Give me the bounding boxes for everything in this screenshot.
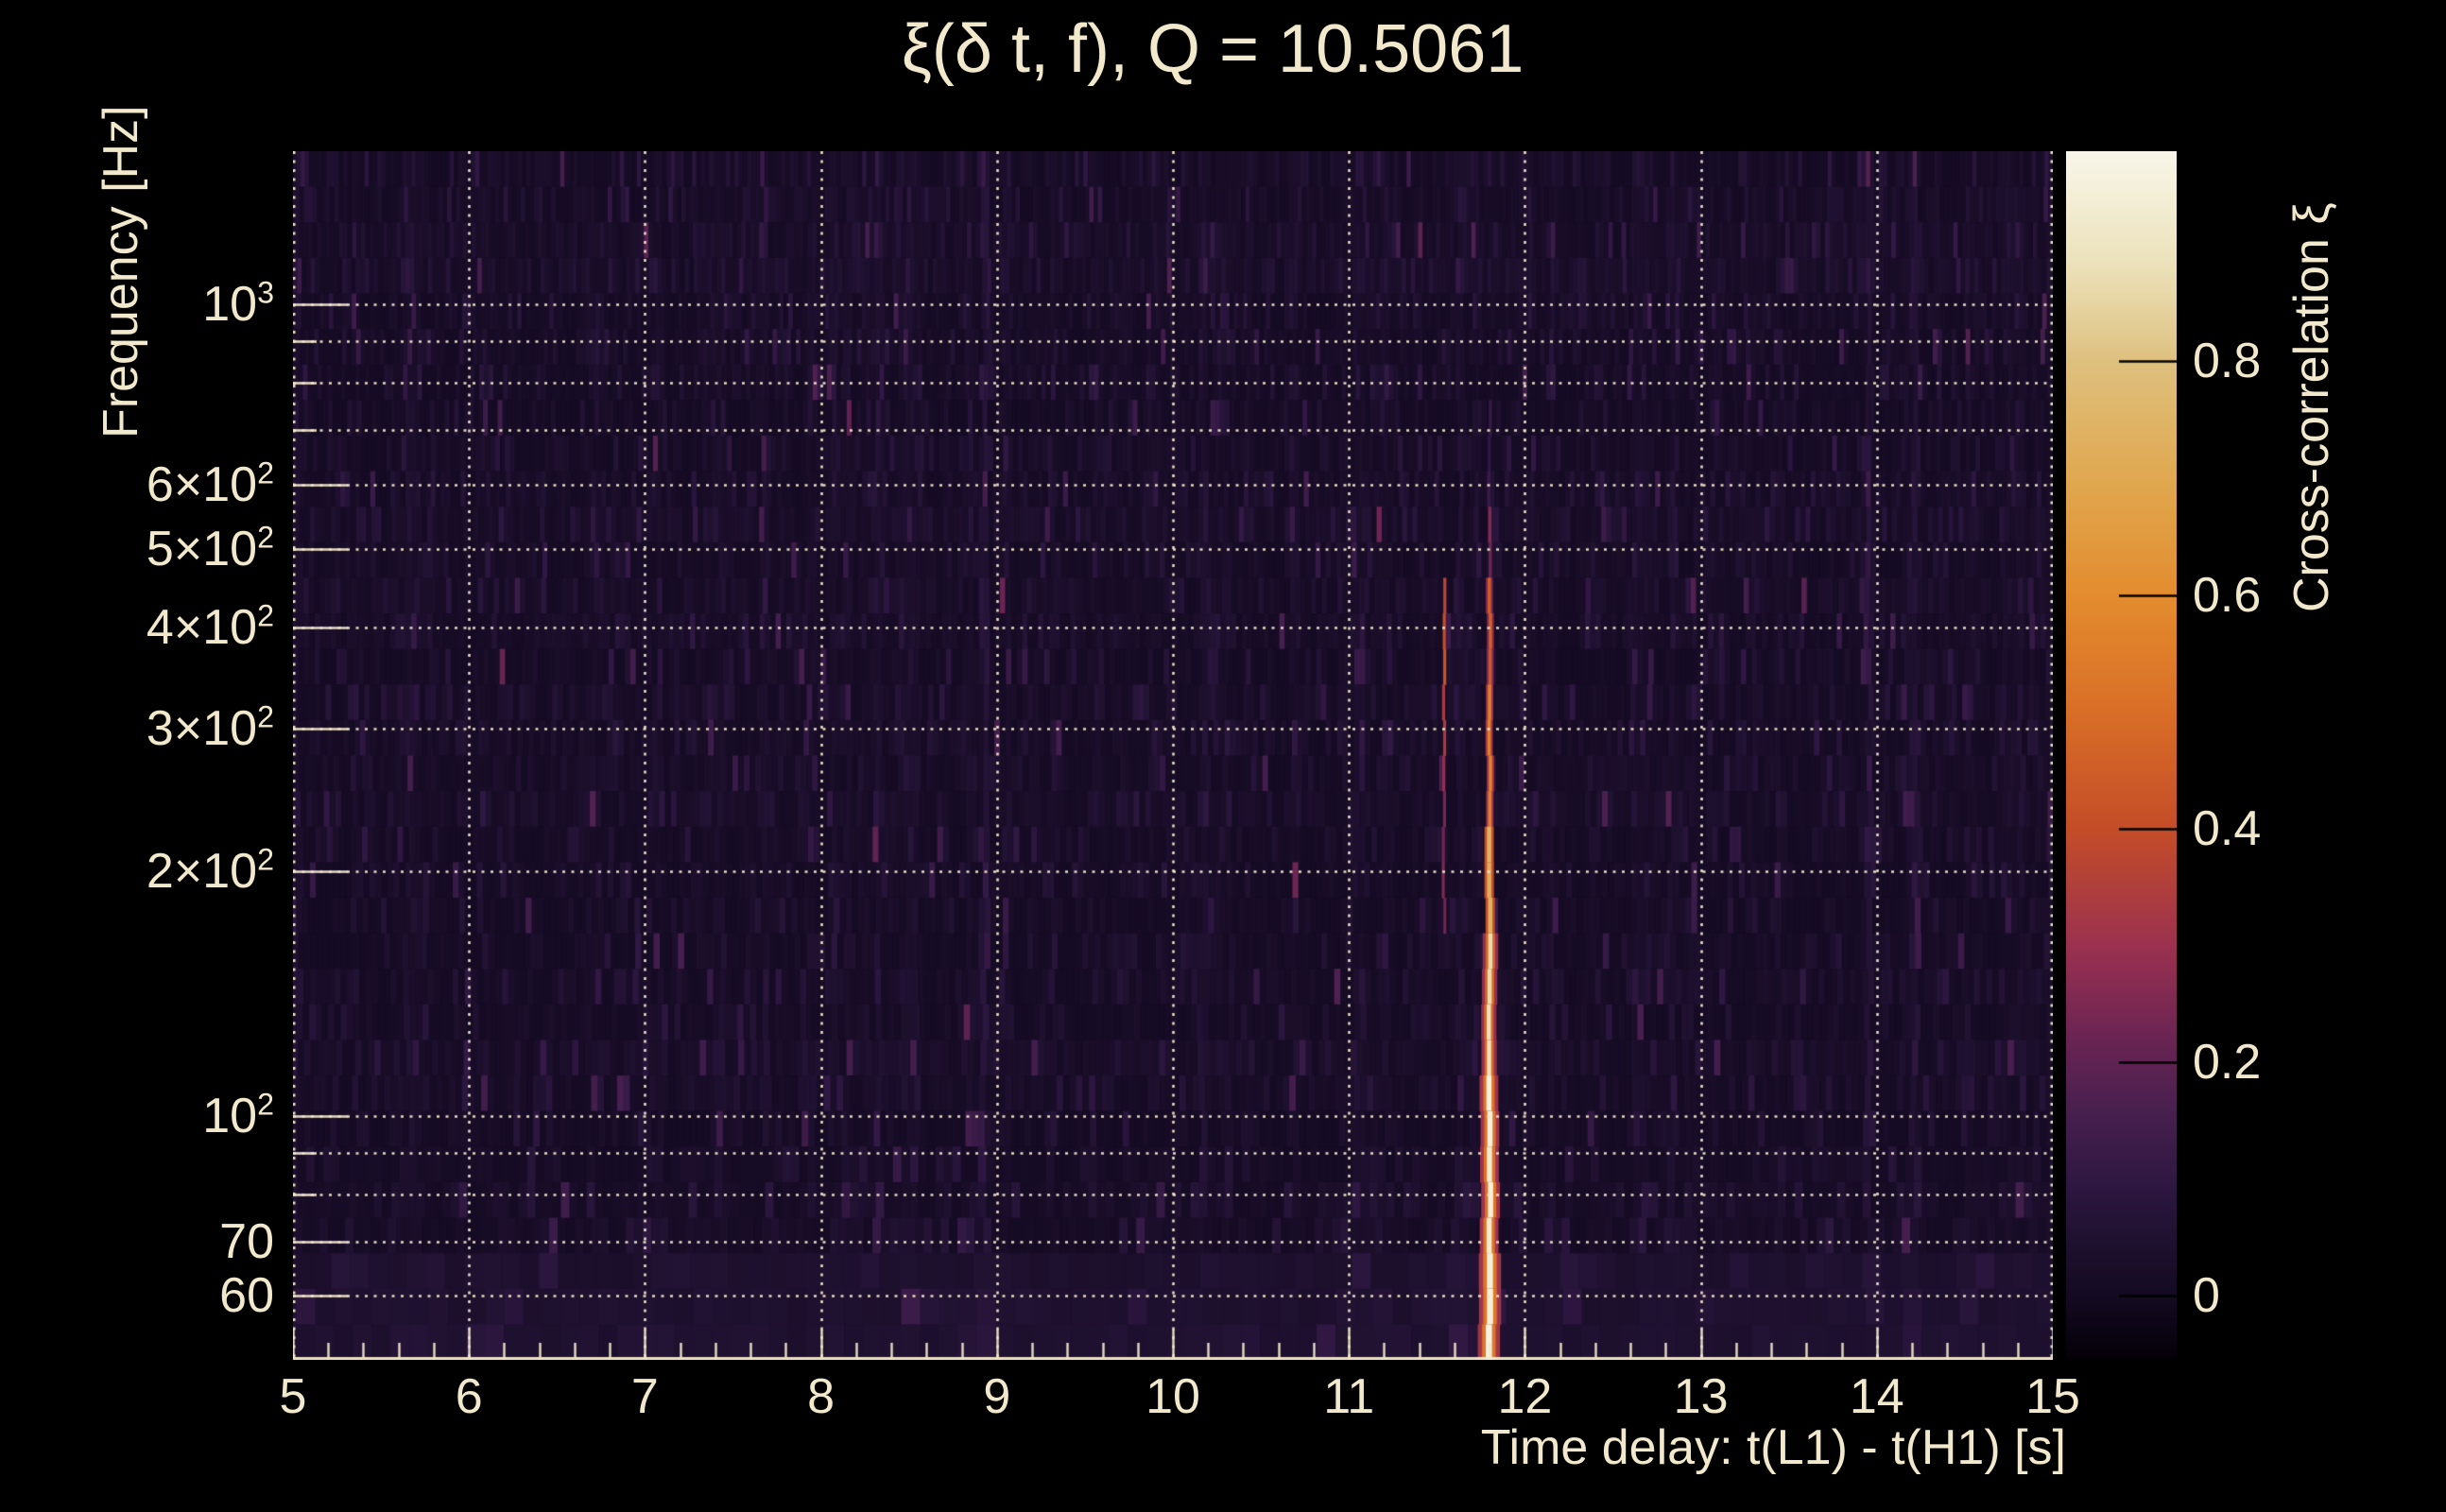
- y-axis-title: Frequency [Hz]: [94, 105, 148, 438]
- y-tick-label: 70: [219, 1213, 274, 1269]
- x-tick-label: 5: [279, 1369, 307, 1424]
- x-tick-label: 10: [1145, 1369, 1200, 1424]
- y-tick-label: 6×102: [146, 455, 274, 512]
- colorbar-title: Cross-correlation ξ: [2284, 202, 2339, 612]
- x-tick-label: 7: [630, 1369, 659, 1424]
- x-tick-label: 14: [1849, 1369, 1904, 1424]
- y-tick-label: 102: [202, 1087, 274, 1143]
- colorbar-tick-label: 0: [2193, 1268, 2220, 1324]
- y-tick-label: 60: [219, 1268, 274, 1324]
- y-tick-label: 3×102: [146, 699, 274, 757]
- heatmap-plot-area: [293, 151, 2053, 1360]
- y-tick-label: 4×102: [146, 598, 274, 655]
- colorbar-tick-label: 0.6: [2193, 567, 2262, 623]
- y-tick-label: 5×102: [146, 520, 274, 576]
- y-tick-label: 103: [202, 275, 274, 333]
- chart-title: ξ(δ t, f), Q = 10.5061: [901, 11, 1524, 87]
- colorbar-tick-label: 0.4: [2193, 800, 2262, 856]
- x-tick-label: 8: [807, 1369, 835, 1424]
- x-tick-label: 15: [2025, 1369, 2080, 1424]
- x-tick-label: 13: [1673, 1369, 1729, 1424]
- cross-correlation-spectrogram-figure: ξ(δ t, f), Q = 10.5061 Frequency [Hz] Ti…: [0, 0, 2446, 1512]
- colorbar-gradient: [2066, 151, 2177, 1359]
- y-tick-label: 2×102: [146, 842, 274, 900]
- x-axis-title: Time delay: t(L1) - t(H1) [s]: [1480, 1420, 2066, 1475]
- x-tick-label: 11: [1323, 1369, 1375, 1424]
- x-tick-label: 12: [1497, 1369, 1553, 1424]
- x-tick-label: 9: [983, 1369, 1011, 1424]
- colorbar-tick-label: 0.8: [2193, 334, 2262, 389]
- x-tick-label: 6: [455, 1369, 483, 1424]
- colorbar-tick-label: 0.2: [2193, 1035, 2262, 1091]
